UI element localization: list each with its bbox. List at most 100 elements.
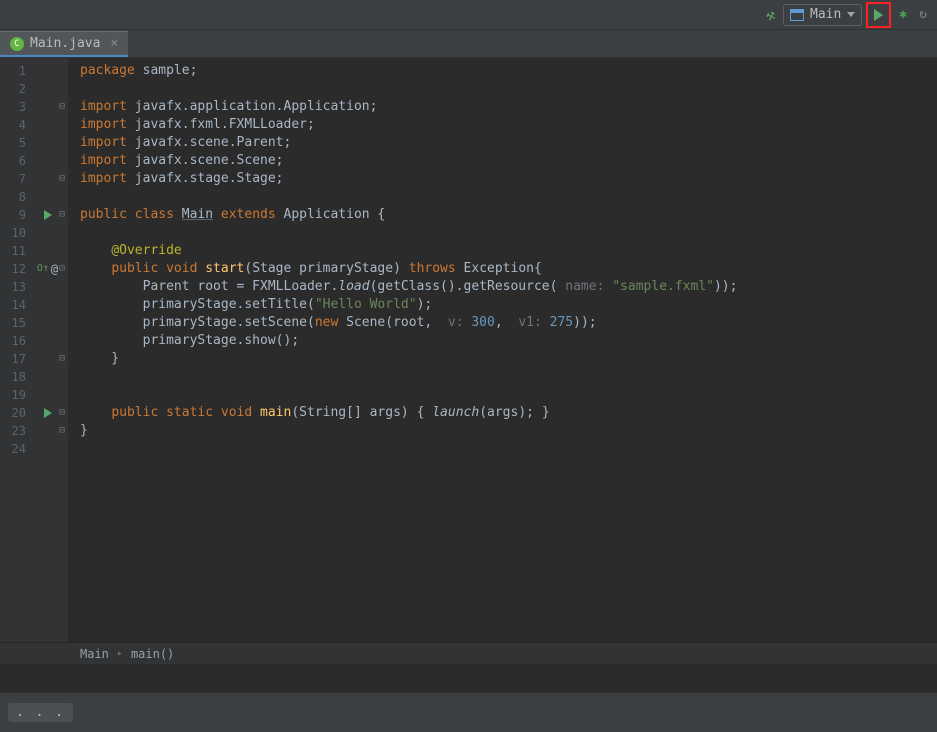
line-number: 20: [0, 404, 28, 422]
gutter-line[interactable]: 8: [0, 188, 67, 206]
application-icon: [790, 9, 804, 21]
code-line[interactable]: public static void main(String[] args) {…: [80, 404, 937, 422]
run-config-label: Main: [810, 7, 841, 22]
java-file-icon: C: [10, 37, 24, 51]
gutter-line[interactable]: 14: [0, 296, 67, 314]
fold-icon[interactable]: ⊟: [59, 350, 65, 368]
gutter-line[interactable]: 6: [0, 152, 67, 170]
debug-button[interactable]: ✱: [895, 4, 911, 26]
fold-icon[interactable]: ⊟: [59, 404, 65, 422]
line-number: 14: [0, 296, 28, 314]
code-line[interactable]: package sample;: [80, 62, 937, 80]
status-bar: . . .: [0, 692, 937, 732]
gutter-line[interactable]: 19: [0, 386, 67, 404]
fold-icon[interactable]: ⊟: [59, 170, 65, 188]
gutter-line[interactable]: 18: [0, 368, 67, 386]
line-number: 8: [0, 188, 28, 206]
gutter-line[interactable]: 7⊟: [0, 170, 67, 188]
gutter-line[interactable]: 5: [0, 134, 67, 152]
gutter-line[interactable]: 15: [0, 314, 67, 332]
code-line[interactable]: public class Main extends Application {: [80, 206, 937, 224]
gutter-line[interactable]: 20⊟: [0, 404, 67, 422]
code-line[interactable]: }: [80, 350, 937, 368]
line-number: 10: [0, 224, 28, 242]
line-number: 15: [0, 314, 28, 332]
gutter-line[interactable]: 17 ⊟: [0, 350, 67, 368]
line-number: 19: [0, 386, 28, 404]
code-line[interactable]: import javafx.scene.Parent;: [80, 134, 937, 152]
override-icon[interactable]: O↑: [37, 260, 49, 278]
gutter-icons: ⊟: [28, 408, 67, 418]
line-number: 16: [0, 332, 28, 350]
code-line[interactable]: primaryStage.setScene(new Scene(root, v:…: [80, 314, 937, 332]
code-line[interactable]: [80, 80, 937, 98]
run-gutter-icon[interactable]: [44, 210, 52, 220]
fold-icon[interactable]: ⊟: [59, 98, 65, 116]
fold-icon[interactable]: ⊟: [59, 422, 65, 440]
code-line[interactable]: public void start(Stage primaryStage) th…: [80, 260, 937, 278]
bug-icon: ✱: [899, 7, 907, 22]
toolbar: ⚒ Main ✱ ↻: [0, 0, 937, 30]
code-line[interactable]: import javafx.stage.Stage;: [80, 170, 937, 188]
run-with-coverage-button[interactable]: ↻: [915, 4, 931, 26]
build-button[interactable]: ⚒: [762, 4, 779, 26]
code-line[interactable]: primaryStage.show();: [80, 332, 937, 350]
code-area[interactable]: package sample; import javafx.applicatio…: [68, 58, 937, 642]
line-number: 1: [0, 62, 28, 80]
gutter-line[interactable]: 2: [0, 80, 67, 98]
line-number: 11: [0, 242, 28, 260]
run-config-select[interactable]: Main: [783, 4, 862, 26]
run-gutter-icon[interactable]: [44, 408, 52, 418]
line-number: 6: [0, 152, 28, 170]
code-line[interactable]: Parent root = FXMLLoader.load(getClass()…: [80, 278, 937, 296]
tab-filename: Main.java: [30, 36, 100, 51]
refresh-icon: ↻: [919, 7, 927, 22]
run-button[interactable]: [866, 2, 891, 28]
gutter-line[interactable]: 10: [0, 224, 67, 242]
line-number: 13: [0, 278, 28, 296]
gutter-line[interactable]: 1: [0, 62, 67, 80]
gutter-line[interactable]: 24: [0, 440, 67, 458]
editor: 123⊟4567⊟89⊟101112O↑@⊟1314151617⊟181920⊟…: [0, 58, 937, 642]
line-number: 23: [0, 422, 28, 440]
fold-icon[interactable]: ⊟: [59, 260, 65, 278]
gutter-line[interactable]: 4: [0, 116, 67, 134]
line-number: 24: [0, 440, 28, 458]
tab-main-java[interactable]: C Main.java ×: [0, 31, 128, 57]
line-number: 17: [0, 350, 28, 368]
gutter-line[interactable]: 9⊟: [0, 206, 67, 224]
gutter-line[interactable]: 23 ⊟: [0, 422, 67, 440]
gutter-line[interactable]: 13: [0, 278, 67, 296]
line-number: 9: [0, 206, 28, 224]
code-line[interactable]: [80, 368, 937, 386]
close-tab-button[interactable]: ×: [110, 36, 118, 51]
tool-window-button[interactable]: . . .: [8, 703, 73, 722]
code-line[interactable]: primaryStage.setTitle("Hello World");: [80, 296, 937, 314]
code-line[interactable]: [80, 386, 937, 404]
code-line[interactable]: import javafx.application.Application;: [80, 98, 937, 116]
gutter-line[interactable]: 11: [0, 242, 67, 260]
code-line[interactable]: [80, 440, 937, 458]
gutter[interactable]: 123⊟4567⊟89⊟101112O↑@⊟1314151617⊟181920⊟…: [0, 58, 68, 642]
code-line[interactable]: import javafx.scene.Scene;: [80, 152, 937, 170]
gutter-line[interactable]: 16: [0, 332, 67, 350]
line-number: 7: [0, 170, 28, 188]
line-number: 5: [0, 134, 28, 152]
line-number: 3: [0, 98, 28, 116]
breadcrumb-method[interactable]: main(): [131, 647, 174, 661]
hammer-icon: ⚒: [763, 4, 778, 24]
line-number: 4: [0, 116, 28, 134]
breadcrumb-class[interactable]: Main: [80, 647, 109, 661]
line-number: 12: [0, 260, 28, 278]
code-line[interactable]: [80, 224, 937, 242]
gutter-line[interactable]: 12O↑@⊟: [0, 260, 67, 278]
annotation-icon: @: [51, 260, 58, 278]
gutter-icons: O↑@⊟: [28, 260, 67, 278]
code-line[interactable]: @Override: [80, 242, 937, 260]
code-line[interactable]: [80, 188, 937, 206]
fold-icon[interactable]: ⊟: [59, 206, 65, 224]
code-line[interactable]: }: [80, 422, 937, 440]
code-line[interactable]: import javafx.fxml.FXMLLoader;: [80, 116, 937, 134]
breadcrumb[interactable]: Main ▸ main(): [0, 642, 937, 664]
gutter-line[interactable]: 3⊟: [0, 98, 67, 116]
